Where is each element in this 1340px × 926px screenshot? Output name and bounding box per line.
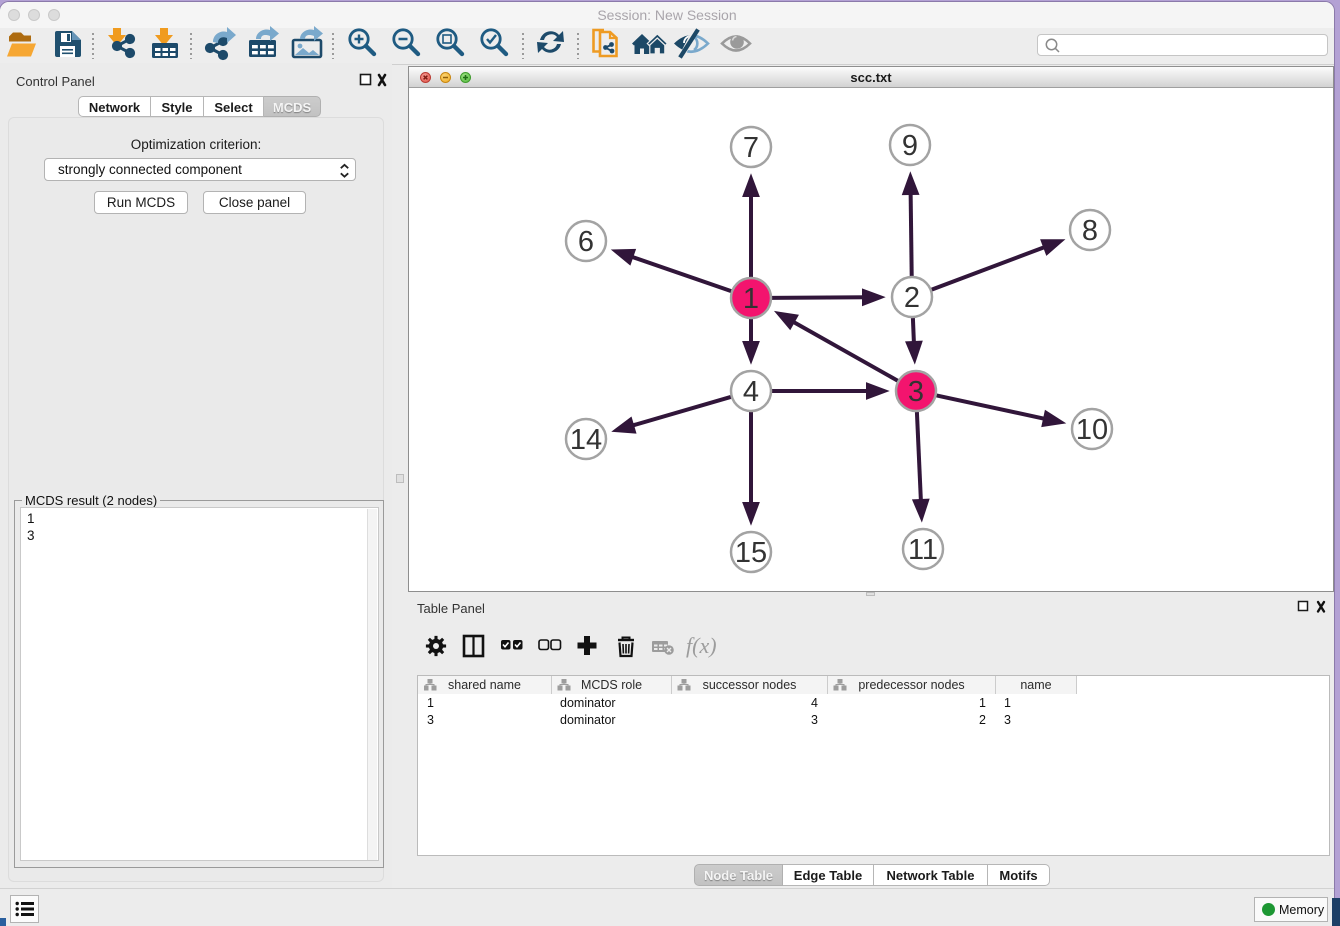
svg-text:4: 4 <box>743 376 759 408</box>
svg-text:9: 9 <box>902 130 918 162</box>
svg-text:8: 8 <box>1082 215 1098 247</box>
svg-text:3: 3 <box>908 376 924 408</box>
svg-text:f(x): f(x) <box>686 634 717 658</box>
svg-text:10: 10 <box>1076 414 1108 446</box>
svg-text:2: 2 <box>904 282 920 314</box>
svg-text:15: 15 <box>735 537 767 569</box>
svg-text:14: 14 <box>570 424 602 456</box>
svg-text:6: 6 <box>578 226 594 258</box>
svg-text:7: 7 <box>743 132 759 164</box>
svg-text:1: 1 <box>743 283 759 315</box>
svg-text:11: 11 <box>908 534 938 566</box>
